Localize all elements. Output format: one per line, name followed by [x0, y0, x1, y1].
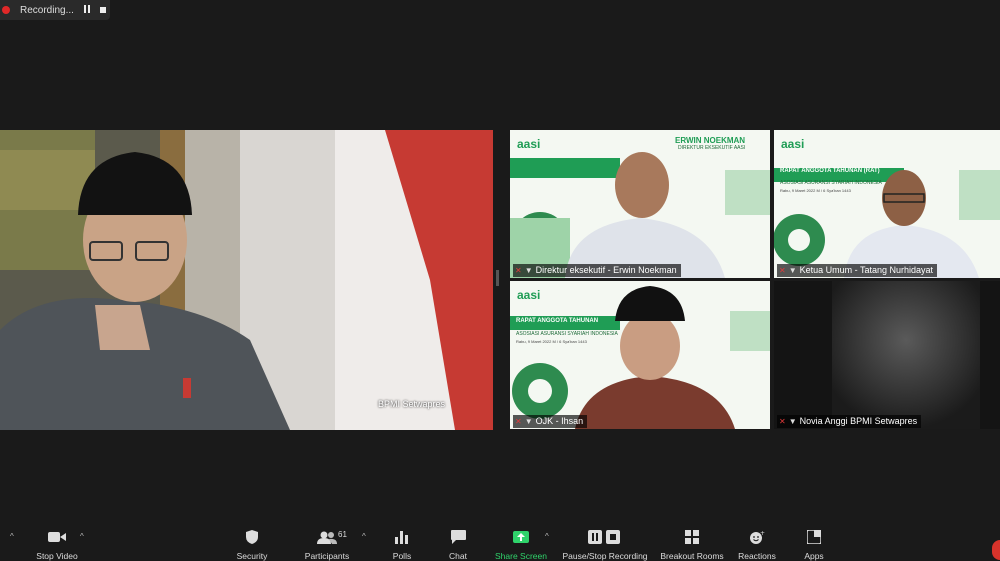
- chat-bubble-icon: [450, 527, 466, 547]
- apps-button[interactable]: Apps: [774, 527, 854, 561]
- banner-subtitle: ASOSIASI ASURANSI SYARIAH INDONESIA: [780, 180, 882, 186]
- video-camera-icon: [48, 527, 66, 547]
- pin-icon: ▼: [788, 417, 797, 426]
- emoji-plus-icon: +: [749, 527, 765, 547]
- banner-date: Rabu, 9 Maret 2022 M / 6 Sya'ban 1443: [780, 188, 851, 193]
- video-options-caret-icon[interactable]: ^: [80, 532, 84, 541]
- mic-muted-icon: ✕: [779, 417, 786, 426]
- participants-icon: [317, 527, 337, 547]
- banner-title: RAPAT ANGGOTA TAHUNAN (RAT): [780, 168, 880, 174]
- recording-label: Recording...: [20, 4, 74, 16]
- mic-muted-icon: ✕: [515, 417, 522, 426]
- participants-count: 61: [338, 530, 347, 539]
- share-screen-button[interactable]: Share Screen: [481, 527, 561, 561]
- end-meeting-button[interactable]: [992, 540, 1000, 560]
- participant-name-label: ✕ ▼ Novia Anggi BPMI Setwapres: [777, 415, 922, 428]
- participant-name: Ketua Umum - Tatang Nurhidayat: [799, 265, 934, 275]
- audio-options-caret-icon[interactable]: ^: [10, 532, 14, 541]
- banner-title: ERWIN NOEKMAN: [675, 136, 746, 145]
- participant-name: Novia Anggi BPMI Setwapres: [799, 416, 918, 426]
- banner-subtitle: DIREKTUR EKSEKUTIF AASI: [678, 145, 746, 151]
- stop-video-button[interactable]: Stop Video: [17, 527, 97, 561]
- svg-text:+: +: [760, 530, 765, 537]
- pause-recording-icon[interactable]: [82, 5, 92, 15]
- recording-indicator: Recording...: [0, 0, 110, 20]
- svg-text:aasi: aasi: [517, 288, 540, 302]
- speaker-video-frame: [0, 130, 493, 430]
- mic-muted-icon: ✕: [515, 266, 522, 275]
- apps-icon: [807, 527, 821, 547]
- svg-text:aasi: aasi: [781, 137, 804, 151]
- participant-name-label: ✕ ▼ Direktur eksekutif - Erwin Noekman: [513, 264, 681, 277]
- pin-icon: ▼: [524, 417, 533, 426]
- banner-date: Rabu, 9 Maret 2022 M / 6 Sya'ban 1443: [516, 339, 587, 344]
- pause-stop-recording-button[interactable]: Pause/Stop Recording: [562, 527, 648, 561]
- gallery-resize-handle[interactable]: [496, 270, 499, 286]
- participants-button[interactable]: Participants: [287, 527, 367, 561]
- meeting-toolbar: ^ Stop Video ^ Security Participants 61 …: [0, 527, 1000, 561]
- svg-text:aasi: aasi: [517, 137, 540, 151]
- main-speaker-name: BPMI Setwapres: [378, 399, 446, 409]
- participant-name: Direktur eksekutif - Erwin Noekman: [535, 265, 677, 275]
- participant-video: aasi: [510, 130, 770, 278]
- participant-tile[interactable]: ✕ ▼ Novia Anggi BPMI Setwapres: [774, 281, 1000, 429]
- participant-tile[interactable]: aasi ERWIN NOEKMAN DIREKTUR EKSEKUTIF AA…: [510, 130, 770, 278]
- stop-recording-icon[interactable]: [98, 5, 108, 15]
- participant-video: aasi: [510, 281, 770, 429]
- share-options-caret-icon[interactable]: ^: [545, 532, 549, 541]
- main-speaker-video[interactable]: BPMI Setwapres: [0, 130, 493, 430]
- recording-controls-icon: [588, 527, 622, 547]
- banner-title: RAPAT ANGGOTA TAHUNAN: [516, 318, 599, 324]
- breakout-rooms-icon: [685, 527, 699, 547]
- shield-icon: [246, 527, 258, 547]
- participant-name-label: ✕ ▼ Ketua Umum - Tatang Nurhidayat: [777, 264, 938, 277]
- pin-icon: ▼: [788, 266, 797, 275]
- participant-video: aasi: [774, 130, 1000, 278]
- share-screen-icon: [513, 527, 529, 547]
- participant-tile[interactable]: aasi RAPAT ANGGOTA TAHUNAN (RAT) ASOSIAS…: [774, 130, 1000, 278]
- bar-chart-icon: [395, 527, 409, 547]
- security-button[interactable]: Security: [212, 527, 292, 561]
- banner-subtitle: ASOSIASI ASURANSI SYARIAH INDONESIA: [516, 331, 618, 337]
- mic-muted-icon: ✕: [779, 266, 786, 275]
- participant-name-label: ✕ ▼ OJK - Ihsan: [513, 415, 588, 428]
- participant-tile[interactable]: aasi RAPAT ANGGOTA TAHUNAN ASOSIASI ASUR…: [510, 281, 770, 429]
- participant-name: OJK - Ihsan: [535, 416, 584, 426]
- recording-dot-icon: [2, 6, 10, 14]
- pin-icon: ▼: [524, 266, 533, 275]
- participant-video: [774, 281, 1000, 429]
